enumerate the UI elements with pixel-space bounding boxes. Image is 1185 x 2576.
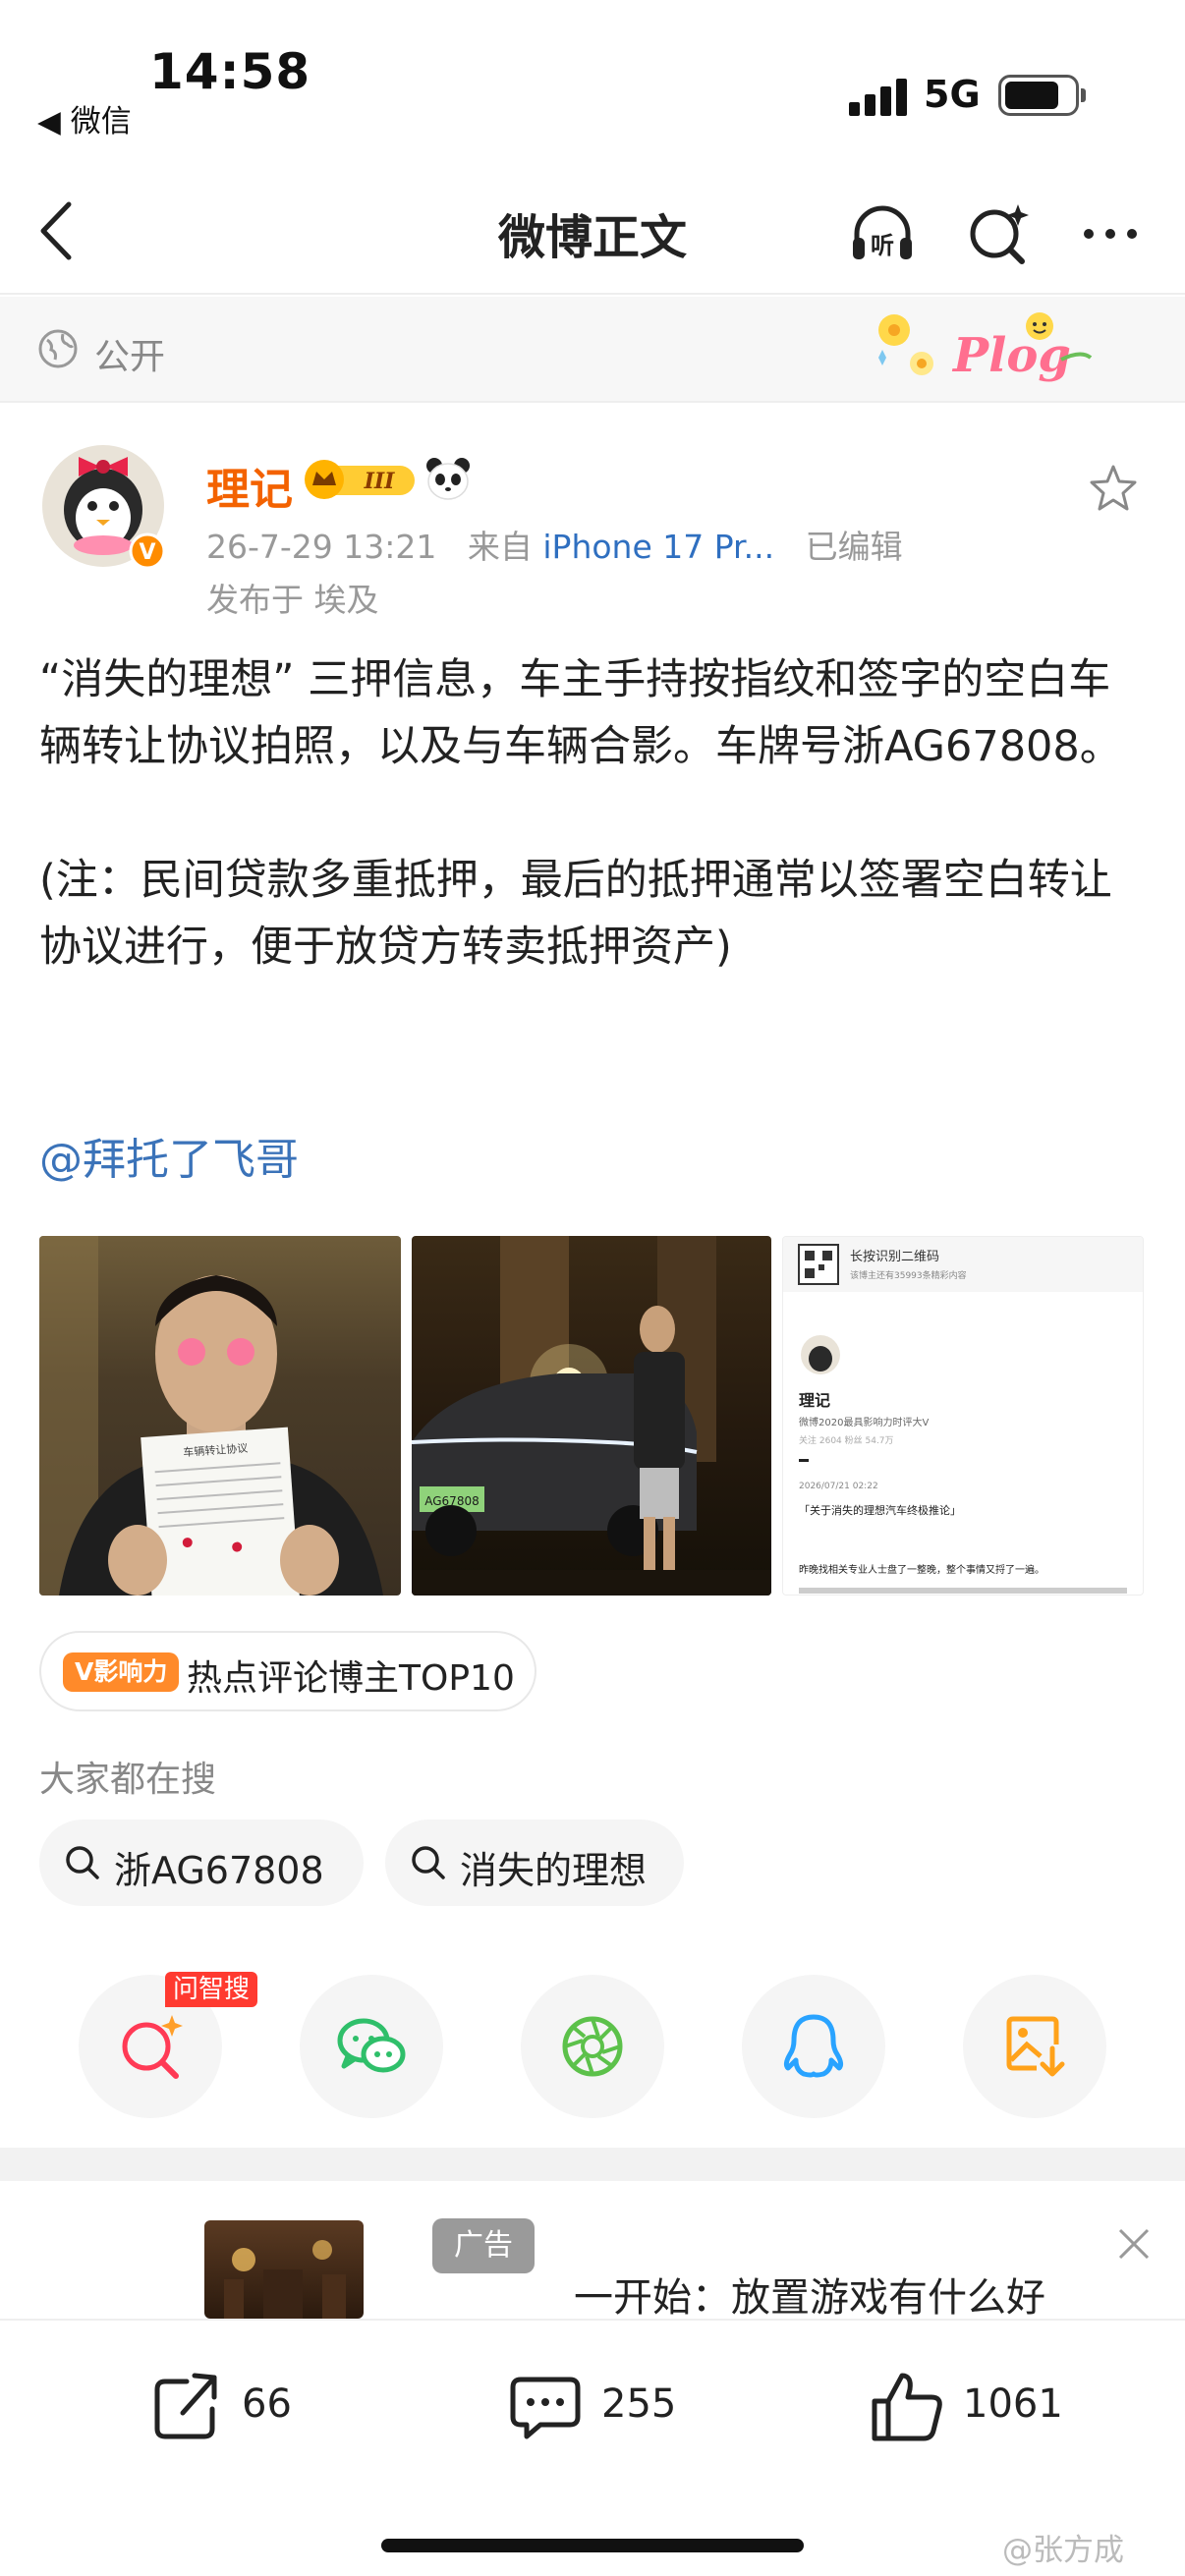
share-qq-button[interactable] — [742, 1975, 885, 2118]
influence-text: 热点评论博主TOP10 — [187, 1658, 515, 1699]
ad-title[interactable]: 一开始：放置游戏有什么好 — [574, 2266, 1045, 2319]
plog-sticker-icon: Plog — [878, 312, 1093, 383]
person-holding-document-image: 车辆转让协议 — [39, 1236, 383, 1596]
car-and-owner-image: AG67808 — [412, 1236, 771, 1596]
repost-icon — [154, 2373, 217, 2439]
post-from-label: 来自 — [467, 528, 533, 566]
close-icon[interactable] — [1116, 2226, 1152, 2262]
comment-count: 255 — [601, 2381, 677, 2427]
search-chip-label: 浙AG67808 — [114, 1849, 324, 1892]
svg-text:微博2020最具影响力时评大V: 微博2020最具影响力时评大V — [799, 1416, 929, 1428]
battery-icon — [998, 75, 1086, 116]
search-chip[interactable]: 浙AG67808 — [39, 1820, 364, 1906]
visibility-label: 公开 — [94, 337, 166, 377]
post-image-2[interactable]: AG67808 — [412, 1236, 771, 1596]
svg-text:昨晚找相关专业人士盘了一整晚，整个事情又捋了一遍。: 昨晚找相关专业人士盘了一整晚，整个事情又捋了一遍。 — [799, 1563, 1044, 1576]
post-paragraph: (注：民间贷款多重抵押，最后的抵押通常以签署空白转让协议进行，便于放贷方转卖抵押… — [39, 856, 1112, 972]
post-image-1[interactable]: 车辆转让协议 — [39, 1236, 401, 1596]
repost-count: 66 — [242, 2381, 292, 2427]
ad-thumbnail[interactable] — [204, 2220, 364, 2319]
svg-text:听: 听 — [871, 232, 894, 259]
post-edited-label: 已编辑 — [805, 528, 903, 566]
author-avatar[interactable]: V — [39, 427, 167, 570]
panda-icon — [426, 458, 470, 500]
status-bar: 14:58 ◀ 微信 5G — [0, 0, 1185, 147]
thumbs-up-icon — [872, 2373, 942, 2441]
save-image-button[interactable] — [963, 1975, 1106, 2118]
author-name[interactable]: 理记 — [206, 454, 293, 517]
svg-text:Plog: Plog — [951, 328, 1071, 383]
ad-card[interactable]: 广告 一开始：放置游戏有什么好 — [0, 2181, 1185, 2319]
ai-search-icon — [122, 2015, 183, 2079]
watermark: @张方成 — [1002, 2533, 1124, 2568]
influence-tag: V影响力 — [63, 1652, 180, 1692]
like-button[interactable]: 1061 — [869, 2368, 1085, 2446]
ai-search-hot-tag: 问智搜 — [165, 1972, 258, 2007]
signal-icon — [849, 77, 908, 116]
like-count: 1061 — [963, 2381, 1063, 2427]
search-icon — [412, 1846, 445, 1879]
globe-icon — [38, 329, 78, 368]
network-type: 5G — [924, 73, 981, 116]
svg-text:关注 2604 粉丝 54.7万: 关注 2604 粉丝 54.7万 — [799, 1434, 894, 1446]
post-text: “消失的理想” 三押信息，车主手持按指纹和签字的空白车辆转让协议拍照，以及与车辆… — [39, 646, 1150, 1047]
share-moments-button[interactable] — [521, 1975, 664, 2118]
article-screenshot-image: 长按识别二维码 该博主还有35993条精彩内容 理记 微博2020最具影响力时评… — [783, 1237, 1143, 1594]
vip-level-text: III — [364, 469, 396, 494]
favorite-star-icon[interactable] — [1087, 462, 1140, 515]
ai-search-icon[interactable] — [963, 198, 1034, 269]
svg-text:理记: 理记 — [799, 1391, 830, 1410]
comment-icon — [510, 2377, 581, 2439]
search-chip-label: 消失的理想 — [460, 1849, 648, 1892]
mention-link[interactable]: @拜托了飞哥 — [39, 1124, 299, 1187]
trending-search-title: 大家都在搜 — [39, 1760, 217, 1800]
svg-text:V: V — [139, 540, 155, 565]
search-icon — [66, 1846, 99, 1879]
repost-button[interactable]: 66 — [147, 2368, 324, 2446]
svg-text:长按识别二维码: 长按识别二维码 — [850, 1250, 939, 1264]
search-chip[interactable]: 消失的理想 — [385, 1820, 684, 1906]
post-location: 发布于 埃及 — [206, 581, 379, 619]
home-indicator — [381, 2539, 804, 2552]
headphones-listen-icon[interactable]: 听 — [847, 198, 918, 269]
comment-button[interactable]: 255 — [507, 2368, 694, 2446]
more-dots-icon[interactable] — [1075, 198, 1146, 269]
svg-text:该博主还有35993条精彩内容: 该博主还有35993条精彩内容 — [850, 1269, 967, 1281]
post-meta: 26-7-29 13:21 来自 iPhone 17 Pr... 已编辑 — [206, 521, 903, 568]
share-wechat-button[interactable] — [300, 1975, 443, 2118]
vip-level-badge: III — [305, 460, 415, 499]
game-art-image — [224, 2240, 346, 2319]
influence-badge[interactable]: V影响力 热点评论博主TOP10 — [39, 1631, 536, 1711]
post-time: 26-7-29 13:21 — [206, 528, 437, 566]
post-source[interactable]: iPhone 17 Pr... — [542, 528, 774, 566]
nav-bar: 微博正文 听 — [0, 167, 1185, 295]
svg-text:2026/07/21 02:22: 2026/07/21 02:22 — [799, 1482, 878, 1491]
back-to-app-link[interactable]: ◀ 微信 — [37, 96, 132, 140]
save-image-icon — [1006, 2016, 1065, 2077]
post-paragraph: “消失的理想” 三押信息，车主手持按指纹和签字的空白车辆转让协议拍照，以及与车辆… — [39, 655, 1122, 771]
moments-icon — [562, 2016, 623, 2077]
status-time: 14:58 — [149, 43, 311, 100]
qq-icon — [783, 2014, 844, 2078]
post-image-3[interactable]: 长按识别二维码 该博主还有35993条精彩内容 理记 微博2020最具影响力时评… — [782, 1236, 1144, 1596]
svg-text:「关于消失的理想汽车终极推论」: 「关于消失的理想汽车终极推论」 — [799, 1503, 961, 1517]
section-divider — [0, 2148, 1185, 2181]
wechat-icon — [337, 2018, 406, 2073]
ad-label: 广告 — [432, 2218, 535, 2273]
